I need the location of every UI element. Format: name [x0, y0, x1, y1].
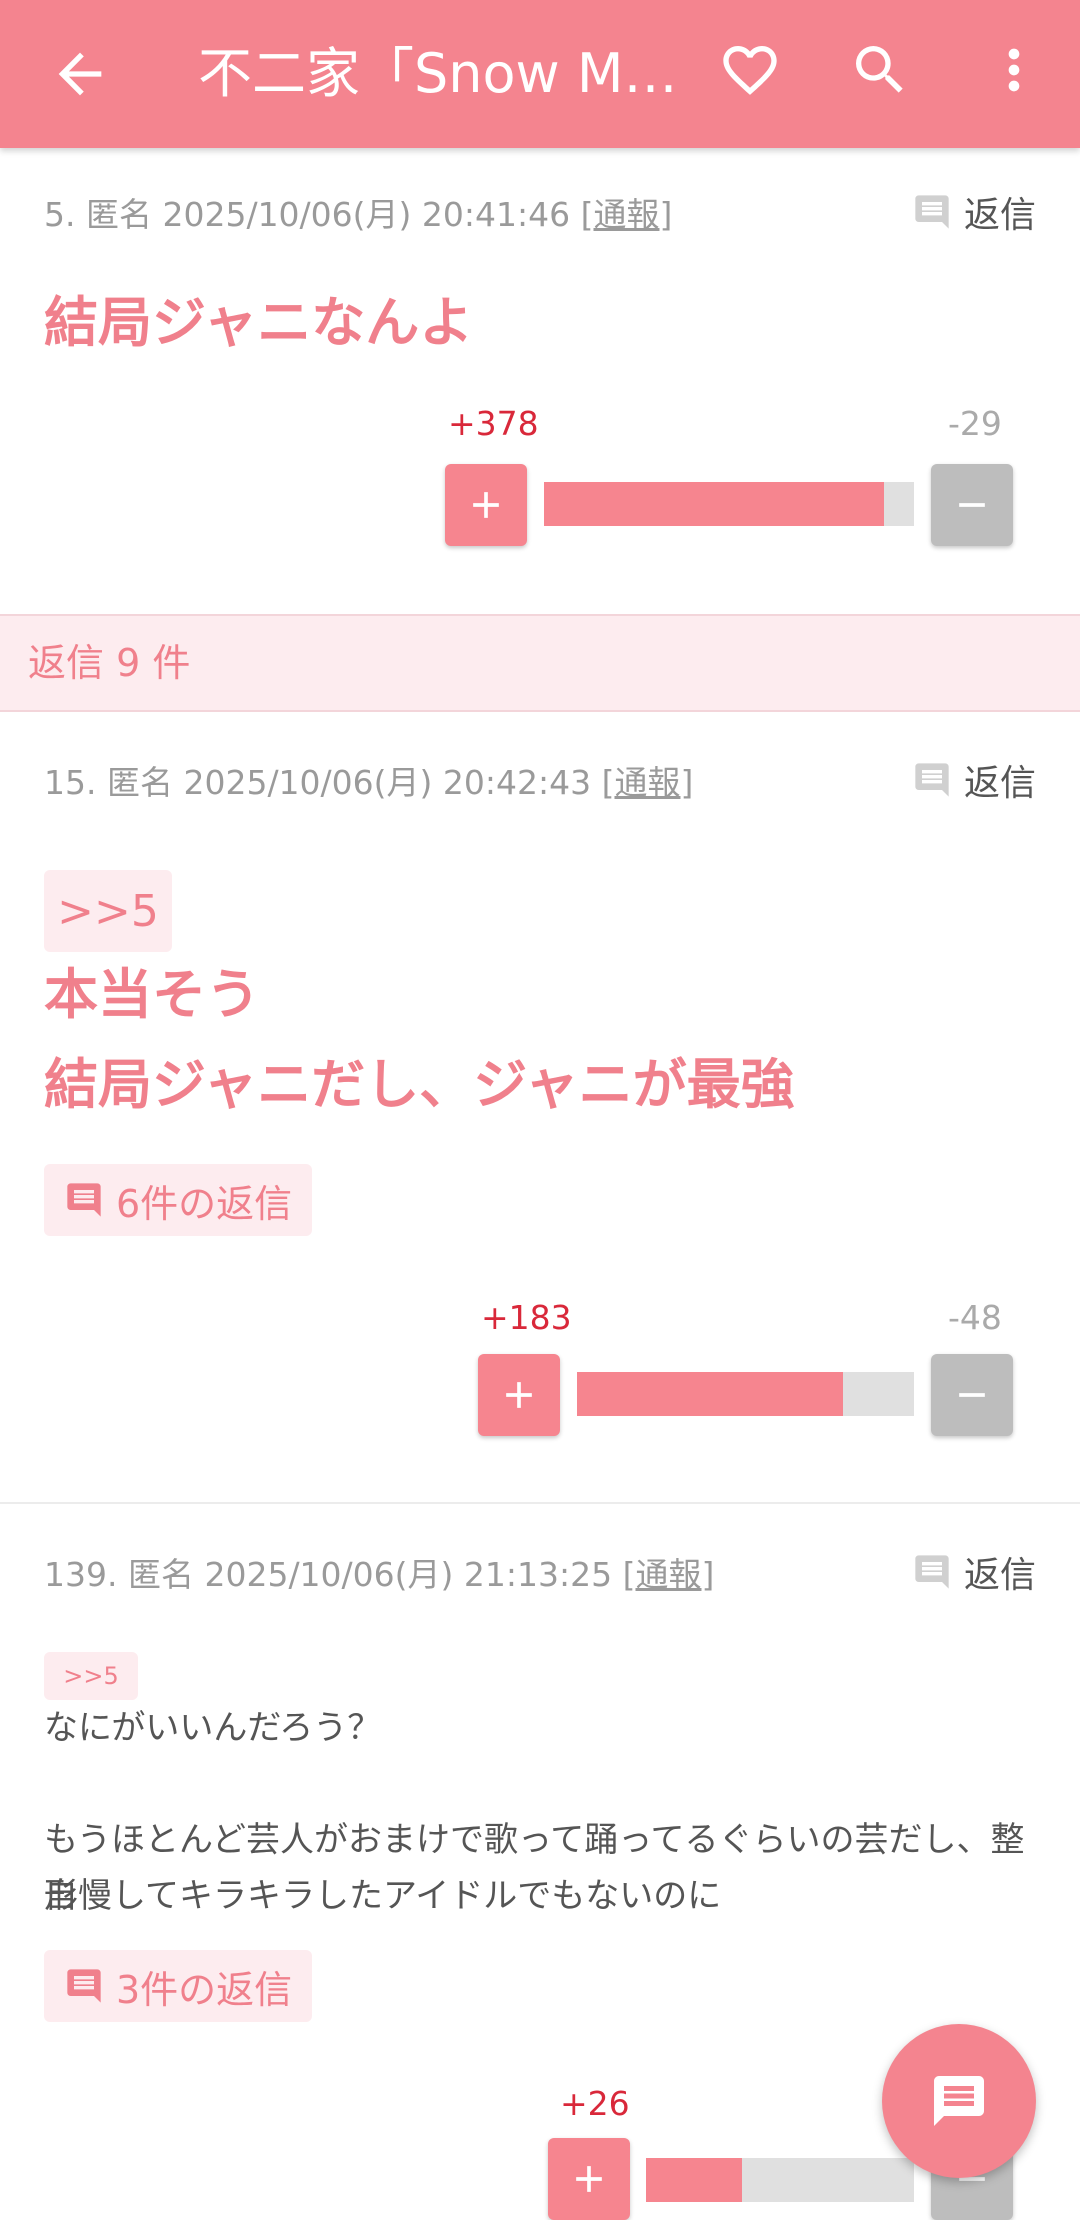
app-bar: 不二家「Snow Ma... — [0, 0, 1080, 148]
post-meta: 15. 匿名 2025/10/06(月) 20:42:43 [通報] — [44, 756, 693, 804]
post-meta-text: 15. 匿名 2025/10/06(月) 20:42:43 [ — [44, 763, 615, 802]
plus-icon — [576, 2166, 602, 2192]
quote-anchor-chip[interactable]: >>5 — [44, 1652, 138, 1700]
comment-post: 5. 匿名 2025/10/06(月) 20:41:46 [通報] 返信 結局ジ… — [0, 148, 1080, 612]
post-meta-text: 139. 匿名 2025/10/06(月) 21:13:25 [ — [44, 1555, 636, 1594]
vote-ratio-fill — [577, 1372, 844, 1416]
post-body-line: 結局ジャニだし、ジャニが最強 — [44, 1053, 795, 1116]
post-meta: 139. 匿名 2025/10/06(月) 21:13:25 [通報] — [44, 1548, 714, 1596]
chat-icon — [934, 2076, 984, 2126]
page-title: 不二家「Snow Ma... — [198, 42, 688, 105]
minus-icon — [959, 503, 985, 507]
reply-label: 返信 — [963, 195, 1036, 236]
report-link[interactable]: 通報 — [614, 763, 680, 802]
comment-icon — [915, 763, 949, 797]
minus-count: -29 — [948, 404, 1002, 443]
comment-icon — [915, 195, 949, 229]
vote-ratio-fill — [646, 2158, 743, 2202]
comment-post: 15. 匿名 2025/10/06(月) 20:42:43 [通報] 返信 >>… — [0, 712, 1080, 1504]
post-body-line: 結局ジャニなんよ — [44, 291, 474, 354]
downvote-button[interactable] — [931, 464, 1013, 546]
compose-comment-button[interactable] — [882, 2024, 1036, 2178]
vote-ratio-bar — [577, 1372, 914, 1416]
replies-count-label: 3件の返信 — [116, 1967, 293, 2012]
post-body-line: 本当そう — [44, 963, 260, 1026]
comment-icon — [915, 1555, 949, 1589]
post-meta-bracket: ] — [659, 195, 673, 234]
post-meta-text: 5. 匿名 2025/10/06(月) 20:41:46 [ — [44, 195, 594, 234]
more-vert-icon[interactable] — [982, 38, 1046, 102]
search-icon[interactable] — [848, 38, 912, 102]
replies-section-header: 返信 9 件 — [0, 614, 1080, 712]
view-replies-button[interactable]: 6件の返信 — [44, 1164, 313, 1236]
quote-anchor-chip[interactable]: >>5 — [44, 870, 172, 952]
plus-count: +378 — [448, 404, 539, 443]
reply-button[interactable]: 返信 — [912, 1546, 1036, 1598]
upvote-button[interactable] — [478, 1354, 560, 1436]
vote-ratio-bar — [646, 2158, 914, 2202]
upvote-button[interactable] — [445, 464, 527, 546]
heart-outline-icon[interactable] — [718, 38, 782, 102]
post-meta-bracket: ] — [680, 763, 694, 802]
reply-button[interactable]: 返信 — [912, 754, 1036, 806]
view-replies-button[interactable]: 3件の返信 — [44, 1950, 313, 2022]
vote-ratio-fill — [544, 482, 885, 526]
downvote-button[interactable] — [931, 1354, 1013, 1436]
reply-button[interactable]: 返信 — [912, 186, 1036, 238]
reply-label: 返信 — [963, 1555, 1036, 1596]
post-body-line: 自慢してキラキラしたアイドルでもないのに — [44, 1876, 722, 1916]
plus-count: +26 — [560, 2084, 630, 2123]
post-meta-bracket: ] — [701, 1555, 715, 1594]
reply-label: 返信 — [963, 763, 1036, 804]
report-link[interactable]: 通報 — [593, 195, 659, 234]
plus-icon — [473, 492, 499, 518]
replies-count-label: 6件の返信 — [116, 1181, 293, 1226]
report-link[interactable]: 通報 — [635, 1555, 701, 1594]
comment-icon — [67, 1183, 101, 1217]
post-meta: 5. 匿名 2025/10/06(月) 20:41:46 [通報] — [44, 188, 672, 236]
minus-count: -48 — [948, 1298, 1002, 1337]
back-arrow-icon[interactable] — [48, 42, 112, 106]
plus-count: +183 — [481, 1298, 572, 1337]
plus-icon — [506, 1382, 532, 1408]
post-body-line: なにがいいんだろう？ — [44, 1708, 382, 1748]
vote-ratio-bar — [544, 482, 914, 526]
comment-icon — [67, 1969, 101, 2003]
minus-icon — [959, 1393, 985, 1397]
